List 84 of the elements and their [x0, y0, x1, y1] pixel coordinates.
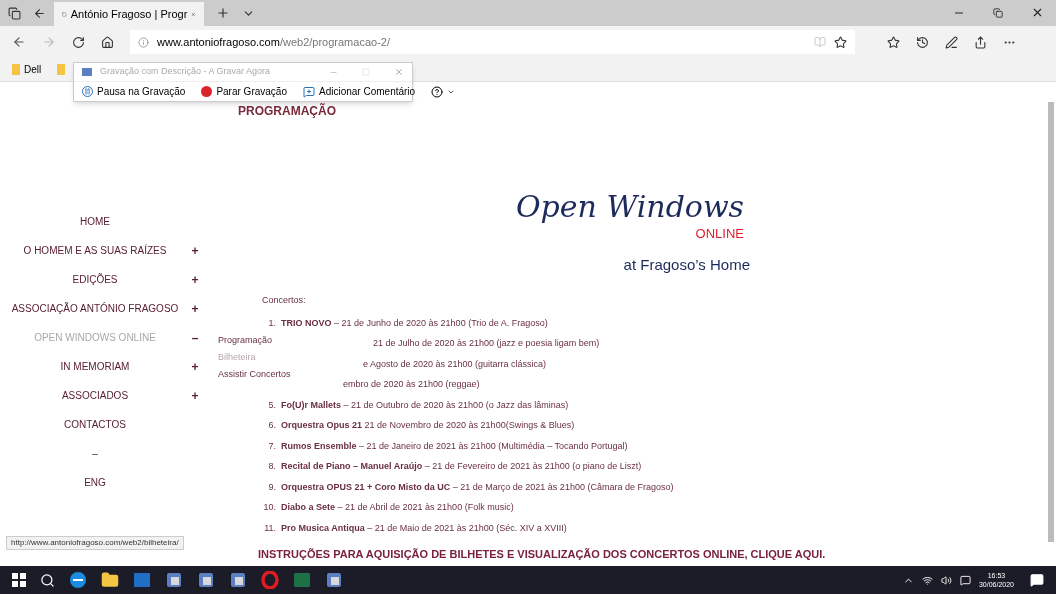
pen-icon[interactable] — [945, 35, 958, 49]
nav-menu-item[interactable]: ASSOCIADOS — [10, 390, 180, 401]
status-url: http://www.antoniofragoso.com/web2/bilheteira/ — [6, 536, 184, 550]
folder-icon — [12, 64, 20, 75]
nav-menu-item[interactable]: CONTACTOS — [10, 419, 180, 430]
nav-menu-item[interactable]: ASSOCIAÇÃO ANTÓNIO FRAGOSO — [10, 303, 180, 314]
list-number: 1. — [268, 317, 276, 328]
concert-entry: embro de 2020 às 21h00 (reggae) — [342, 378, 480, 391]
address-field[interactable]: www.antoniofragoso.com/web2/programacao-2/ — [130, 30, 855, 54]
submenu-item[interactable]: Assistir Concertos — [218, 366, 296, 383]
nav-menu-item[interactable]: HOME — [10, 216, 180, 227]
nav-menu-item[interactable]: – — [10, 448, 180, 459]
list-number: 6. — [268, 420, 276, 430]
recorder-button[interactable]: Adicionar Comentário — [299, 84, 420, 99]
opera-o-icon[interactable] — [261, 571, 279, 589]
nav-menu-item[interactable]: O HOMEM E AS SUAS RAÍZES — [10, 245, 180, 256]
submenu-item[interactable]: Programação — [218, 332, 296, 349]
tabs-aside-icon[interactable] — [8, 7, 21, 20]
nav-menu-item[interactable]: IN MEMORIAM — [10, 361, 180, 372]
concert-entry: Orquestra OPUS 21 + Coro Misto da UC – 21 de Março de 2021 às 21h00 (Câmara de Fragoso) — [281, 480, 674, 494]
app-icon[interactable] — [325, 571, 343, 589]
expand-toggle[interactable]: – — [191, 328, 199, 347]
concert-entry: Pro Musica Antiqua – 21 de Maio de 2021 às 21h00 (Séc. XIV a XVIII) — [281, 521, 567, 535]
app-icon[interactable] — [165, 571, 183, 589]
home-icon[interactable] — [101, 35, 114, 49]
concert-entry: Orquestra Opus 21 21 de Novembro de 2020 às 21h00(Swings & Blues) — [281, 419, 575, 432]
list-number: 10. — [263, 502, 276, 512]
notification-icon[interactable] — [1030, 573, 1044, 587]
mail-app-icon[interactable] — [133, 571, 151, 589]
app-icon[interactable] — [197, 571, 215, 589]
list-number: 9. — [268, 481, 276, 492]
concert-entry: Fo(U)r Mallets – 21 de Outubro de 2020 às 21h00 (o Jazz das lâminas) — [281, 398, 569, 412]
network-icon[interactable] — [921, 574, 933, 586]
nav-menu-item[interactable]: ENG — [10, 477, 180, 488]
url-text: www.antoniofragoso.com/web2/programacao-2/ — [157, 34, 390, 50]
star-icon[interactable] — [834, 35, 847, 49]
logo-title: Open Windows — [516, 190, 745, 224]
comment-icon — [303, 85, 315, 98]
expand-toggle[interactable]: + — [191, 270, 199, 289]
volume-icon[interactable] — [940, 574, 952, 586]
history-icon[interactable] — [916, 35, 929, 49]
new-tab-icon[interactable] — [216, 6, 230, 20]
stop-icon — [201, 86, 213, 97]
windows-logo-icon[interactable] — [12, 573, 26, 587]
back-icon[interactable] — [12, 35, 26, 49]
page-heading: PROGRAMAÇÃO — [238, 102, 336, 120]
concert-entry: Diabo a Sete – 21 de Abril de 2021 às 21h00 (Folk music) — [281, 501, 514, 514]
nav-menu-item[interactable]: EDIÇÕES — [10, 274, 180, 285]
concert-entry: e Agosto de 2020 às 21h00 (guitarra clássica) — [362, 357, 547, 371]
help-icon — [431, 85, 444, 98]
recorder-button[interactable]: Parar Gravação — [197, 84, 291, 99]
recorder-app-icon — [82, 68, 92, 76]
bookmark-folder[interactable]: Dell — [12, 62, 42, 77]
concerts-label: Concertos: — [262, 294, 307, 307]
spreadsheet-app-icon[interactable] — [293, 571, 311, 589]
concert-entry: TRIO NOVO – 21 de Junho de 2020 às 21h00 (Trio de A. Fragoso) — [281, 316, 548, 330]
window-title: Gravação com Descrição - A Gravar Agora — [100, 65, 272, 79]
close-icon[interactable] — [1031, 6, 1044, 19]
folder-icon[interactable] — [101, 571, 119, 589]
logo-subtitle: ONLINE — [695, 225, 745, 243]
list-number: 11. — [264, 522, 276, 533]
refresh-icon[interactable] — [72, 35, 85, 49]
browser-tab[interactable]: António Fragoso | Progr — [54, 2, 204, 26]
concert-entry: Rumos Ensemble – 21 de Janeiro de 2021 às 21h00 (Multimédia – Tocando Portugal) — [281, 439, 628, 453]
app-icon[interactable] — [229, 571, 247, 589]
restore-icon[interactable] — [993, 8, 1003, 18]
list-number: 5. — [268, 399, 276, 410]
search-icon[interactable] — [40, 572, 55, 588]
list-number: 7. — [268, 440, 276, 451]
expand-toggle[interactable]: + — [191, 241, 199, 260]
expand-toggle[interactable]: + — [191, 299, 199, 318]
concert-entry: Recital de Piano – Manuel Araújo – 21 de Fevereiro de 2021 às 21h00 (o piano de Liszt) — [281, 460, 642, 473]
logo-tagline: at Fragoso’s Home — [623, 254, 750, 275]
pause-icon — [82, 86, 93, 97]
recorder-button[interactable]: Pausa na Gravação — [78, 84, 190, 99]
instructions-link[interactable]: INSTRUÇÕES PARA AQUISIÇÃO DE BILHETES E VISUALIZAÇÃO DOS CONCERTOS ONLINE, CLIQUE AQUI. — [220, 545, 1056, 566]
list-number: 8. — [268, 461, 276, 471]
scrollbar[interactable] — [1048, 102, 1054, 542]
favorites-list-icon[interactable] — [887, 35, 900, 49]
message-icon[interactable] — [959, 574, 971, 586]
expand-toggle[interactable]: + — [191, 386, 199, 405]
expand-toggle[interactable]: + — [191, 357, 199, 376]
concert-entry: 21 de Julho de 2020 às 21h00 (jazz e poesia ligam bem) — [372, 337, 600, 350]
share-icon[interactable] — [974, 35, 987, 49]
